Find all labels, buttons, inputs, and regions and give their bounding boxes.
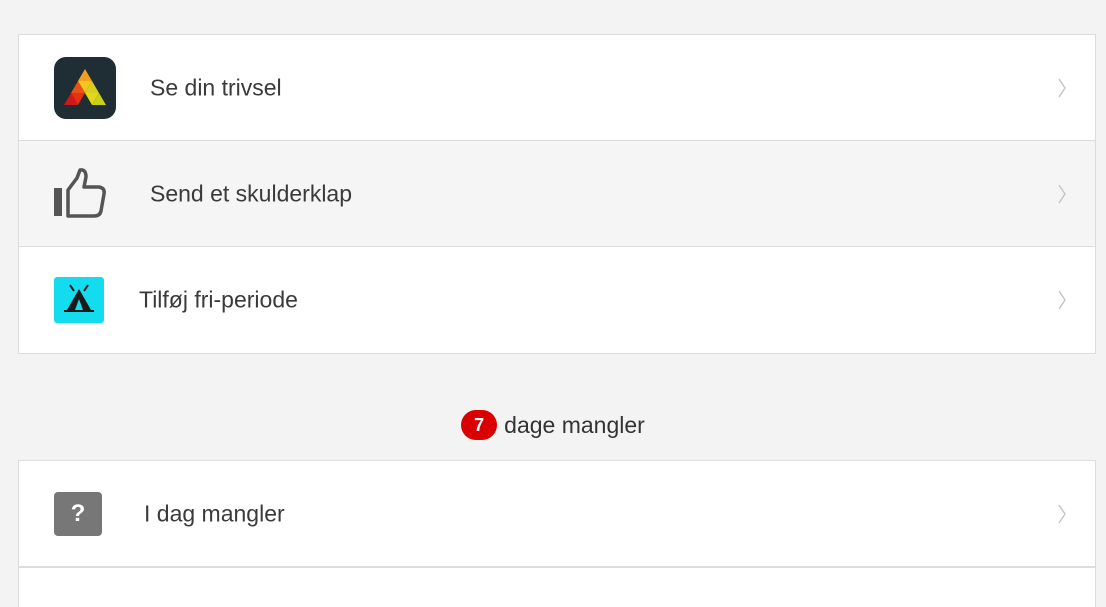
tent-icon (54, 277, 104, 323)
menu-item-trivsel[interactable]: Se din trivsel (19, 35, 1095, 141)
missing-item-today[interactable]: ? I dag mangler (19, 461, 1095, 567)
missing-days-text: dage mangler (504, 412, 645, 438)
chevron-right-icon (1058, 504, 1066, 523)
chevron-right-icon (1058, 290, 1066, 310)
missing-count-badge: 7 (461, 410, 498, 440)
thumbs-up-icon (53, 167, 109, 220)
missing-item-next[interactable] (19, 567, 1095, 607)
missing-days-header: 7 dage mangler (0, 410, 1106, 440)
missing-item-label: I dag mangler (144, 500, 285, 526)
chevron-right-icon (1058, 78, 1066, 97)
menu-item-label: Send et skulderklap (150, 180, 353, 206)
missing-list: ? I dag mangler (18, 460, 1096, 607)
chevron-right-icon (1058, 184, 1066, 203)
menu-item-fri-periode[interactable]: Tilføj fri-periode (19, 247, 1095, 353)
menu-item-skulderklap[interactable]: Send et skulderklap (19, 141, 1095, 247)
menu-item-label: Tilføj fri-periode (139, 286, 298, 313)
trivsel-app-icon (54, 56, 116, 119)
question-icon: ? (54, 491, 102, 536)
menu-item-label: Se din trivsel (150, 74, 282, 100)
action-list: Se din trivsel Send et skulderklap Tilfø… (18, 34, 1096, 354)
